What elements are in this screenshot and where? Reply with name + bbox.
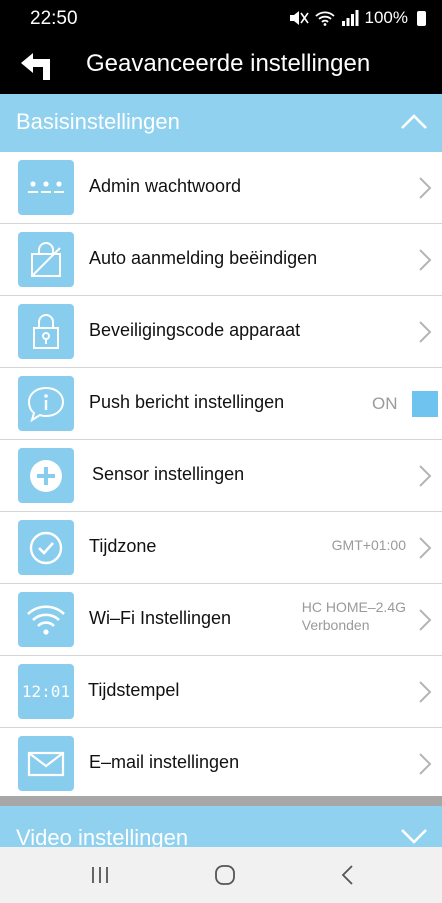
push-toggle[interactable]: ON — [372, 391, 438, 417]
row-label: Wi–Fi Instellingen — [89, 608, 232, 628]
row-label: Push bericht instellingen — [89, 392, 285, 412]
row-email-settings[interactable]: E–mail instellingen — [0, 728, 442, 800]
clock-check-icon — [18, 520, 74, 575]
row-label: Tijdstempel — [88, 680, 180, 700]
wifi-status: HC HOME–2.4G Verbonden — [302, 598, 406, 634]
battery-percent: 100% — [364, 8, 408, 27]
status-bar: 22:50 100% — [0, 0, 442, 36]
lock-icon — [18, 304, 74, 359]
password-dots-icon — [18, 160, 74, 215]
info-bubble-icon — [18, 376, 74, 431]
row-timestamp[interactable]: 12:01 Tijdstempel — [0, 656, 442, 728]
row-security-code[interactable]: Beveiligingscode apparaat — [0, 296, 442, 368]
settings-list: Admin wachtwoord Auto aanmelding beëindi… — [0, 152, 442, 800]
timezone-value: GMT+01:00 — [331, 537, 406, 553]
chevron-right-icon — [419, 177, 432, 199]
chevron-right-icon — [419, 465, 432, 487]
timestamp-icon: 12:01 — [18, 664, 74, 719]
row-admin-password[interactable]: Admin wachtwoord — [0, 152, 442, 224]
battery-icon — [417, 10, 426, 26]
status-time: 22:50 — [30, 8, 78, 29]
app-bar: Geavanceerde instellingen — [0, 36, 442, 94]
chevron-up-icon — [401, 114, 427, 129]
status-icons: 100% — [287, 8, 426, 28]
row-label: Sensor instellingen — [92, 464, 245, 484]
chevron-right-icon — [419, 321, 432, 343]
row-label: Auto aanmelding beëindigen — [89, 248, 318, 268]
home-icon[interactable] — [213, 863, 237, 887]
toggle-knob — [412, 391, 438, 417]
chevron-right-icon — [419, 249, 432, 271]
wifi-ssid: HC HOME–2.4G — [301, 599, 406, 615]
row-push-notifications: Push bericht instellingen ON — [0, 368, 442, 440]
row-timezone[interactable]: Tijdzone GMT+01:00 — [0, 512, 442, 584]
envelope-icon — [18, 736, 74, 791]
section-divider — [0, 796, 442, 806]
row-label: Tijdzone — [89, 536, 157, 556]
row-sensor-settings[interactable]: Sensor instellingen — [0, 440, 442, 512]
section-label: Basisinstellingen — [16, 109, 180, 134]
row-label: Beveiligingscode apparaat — [89, 320, 301, 340]
signal-icon — [341, 10, 359, 26]
chevron-down-icon — [401, 829, 427, 844]
toggle-state: ON — [372, 394, 398, 413]
row-auto-login[interactable]: Auto aanmelding beëindigen — [0, 224, 442, 296]
wifi-connection-state: Verbonden — [301, 617, 370, 633]
chevron-right-icon — [419, 753, 432, 775]
chevron-right-icon — [419, 537, 432, 559]
row-label: Admin wachtwoord — [89, 176, 242, 196]
chevron-right-icon — [419, 681, 432, 703]
chevron-right-icon — [419, 609, 432, 631]
row-label: E–mail instellingen — [89, 752, 240, 772]
page-title: Geavanceerde instellingen — [86, 50, 371, 77]
section-header-basic[interactable]: Basisinstellingen — [0, 94, 442, 152]
timestamp-icon-text: 12:01 — [21, 682, 71, 701]
mute-icon — [289, 11, 309, 25]
row-wifi-settings[interactable]: Wi–Fi Instellingen HC HOME–2.4G Verbonde… — [0, 584, 442, 656]
wifi-icon — [314, 11, 335, 26]
wifi-icon — [18, 592, 74, 647]
plus-circle-icon — [18, 448, 74, 503]
back-nav-icon[interactable] — [340, 864, 356, 886]
back-arrow-icon[interactable] — [18, 50, 54, 80]
system-nav-bar — [0, 847, 442, 903]
recent-apps-icon[interactable] — [88, 865, 112, 885]
auto-login-off-icon — [18, 232, 74, 287]
